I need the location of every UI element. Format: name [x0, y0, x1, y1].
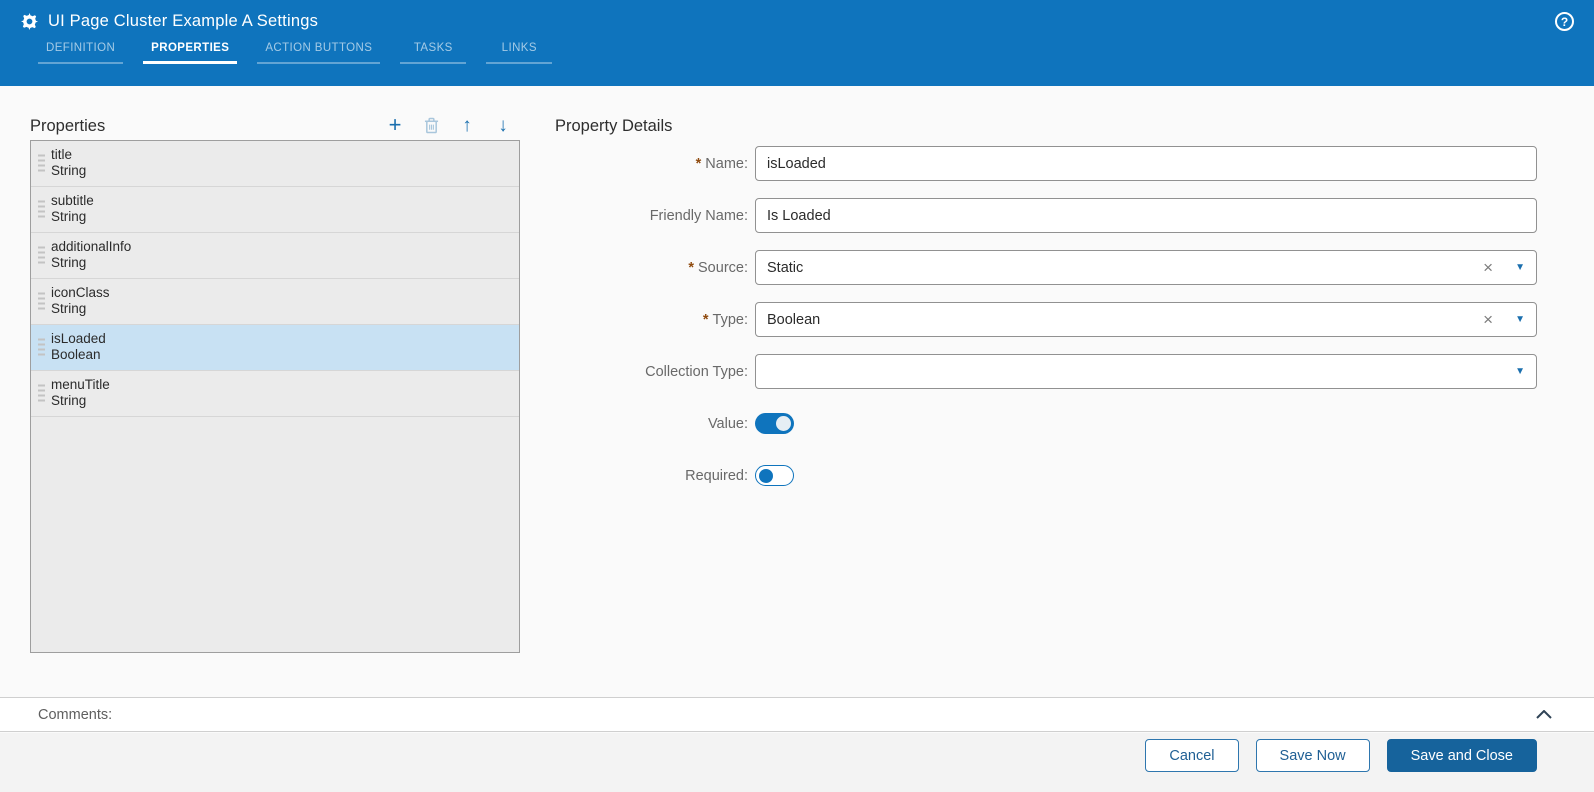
source-select[interactable]: Static × ▼ [755, 250, 1537, 285]
required-label: Required: [685, 467, 748, 484]
tab-tasks[interactable]: TASKS [400, 40, 467, 64]
trash-icon [424, 117, 438, 133]
row-friendly-name: Friendly Name: [555, 198, 1537, 233]
drag-handle-icon[interactable] [38, 338, 45, 357]
property-name: subtitle [51, 193, 94, 208]
property-name: iconClass [51, 285, 110, 300]
property-type: String [51, 255, 87, 270]
save-now-button[interactable]: Save Now [1255, 739, 1370, 772]
required-asterisk: * [688, 259, 695, 276]
type-select[interactable]: Boolean × ▼ [755, 302, 1537, 337]
tab-properties[interactable]: PROPERTIES [143, 40, 238, 64]
add-property-button[interactable]: + [384, 114, 406, 136]
type-label: * Type: [702, 311, 748, 328]
collection-type-label: Collection Type: [645, 363, 748, 380]
toggle-knob [759, 468, 773, 483]
page-title: UI Page Cluster Example A Settings [48, 12, 319, 30]
property-name: additionalInfo [51, 239, 132, 254]
drag-handle-icon[interactable] [38, 154, 45, 173]
list-item-menutitle[interactable]: menuTitle String [31, 371, 519, 417]
drag-handle-icon[interactable] [38, 200, 45, 219]
row-value: Value: [555, 406, 1537, 441]
property-type: String [51, 209, 87, 224]
value-label: Value: [707, 415, 748, 432]
list-item-additionalinfo[interactable]: additionalInfo String [31, 233, 519, 279]
list-item-isloaded[interactable]: isLoaded Boolean [31, 325, 519, 371]
row-source: * Source: Static × ▼ [555, 250, 1537, 285]
type-value: Boolean [767, 311, 821, 328]
required-asterisk: * [702, 311, 709, 328]
tab-strip: DEFINITION PROPERTIES ACTION BUTTONS TAS… [38, 40, 1594, 64]
chevron-down-icon[interactable]: ▼ [1515, 262, 1525, 273]
required-toggle[interactable] [755, 465, 794, 486]
row-collection-type: Collection Type: ▼ [555, 354, 1537, 389]
source-label: * Source: [688, 259, 748, 276]
delete-property-button[interactable] [420, 114, 442, 136]
drag-handle-icon[interactable] [38, 384, 45, 403]
tab-definition[interactable]: DEFINITION [38, 40, 124, 64]
comments-bar: Comments: [0, 697, 1594, 732]
save-and-close-button[interactable]: Save and Close [1386, 739, 1537, 772]
name-field[interactable] [755, 146, 1537, 181]
move-up-button[interactable]: ↑ [456, 114, 478, 136]
property-list: title String subtitle String additionalI… [30, 140, 520, 653]
property-name: isLoaded [51, 331, 106, 346]
row-required: Required: [555, 458, 1537, 493]
friendly-name-label: Friendly Name: [649, 207, 748, 224]
row-type: * Type: Boolean × ▼ [555, 302, 1537, 337]
collection-type-select[interactable]: ▼ [755, 354, 1537, 389]
source-value: Static [767, 259, 804, 276]
properties-toolbar: + ↑ ↓ [384, 114, 520, 136]
property-type: String [51, 163, 87, 178]
app-header: UI Page Cluster Example A Settings ? DEF… [0, 0, 1594, 86]
list-item-subtitle[interactable]: subtitle String [31, 187, 519, 233]
property-details-panel: Property Details *Name: Friendly Name: *… [555, 106, 1537, 510]
cancel-button[interactable]: Cancel [1145, 739, 1239, 772]
footer-bar: Cancel Save Now Save and Close [0, 733, 1594, 792]
toggle-knob [776, 416, 791, 431]
chevron-down-icon[interactable]: ▼ [1515, 314, 1525, 325]
tab-action-buttons[interactable]: ACTION BUTTONS [257, 40, 381, 64]
property-type: String [51, 393, 87, 408]
gear-icon [21, 13, 39, 31]
value-toggle[interactable] [755, 413, 794, 434]
move-down-button[interactable]: ↓ [492, 114, 514, 136]
name-label: * Name: [695, 155, 748, 172]
list-item-iconclass[interactable]: iconClass String [31, 279, 519, 325]
property-details-title: Property Details [555, 117, 673, 135]
properties-panel-title: Properties [30, 117, 106, 135]
property-name: menuTitle [51, 377, 110, 392]
property-name: title [51, 147, 73, 162]
friendly-name-field[interactable] [755, 198, 1537, 233]
drag-handle-icon[interactable] [38, 246, 45, 265]
help-icon[interactable]: ? [1555, 12, 1574, 31]
drag-handle-icon[interactable] [38, 292, 45, 311]
clear-icon[interactable]: × [1483, 311, 1493, 328]
clear-icon[interactable]: × [1483, 259, 1493, 276]
properties-panel: Properties + ↑ ↓ title String subtitle S… [30, 106, 520, 653]
comments-label: Comments: [38, 706, 113, 723]
chevron-down-icon[interactable]: ▼ [1515, 366, 1525, 377]
property-type: String [51, 301, 87, 316]
collapse-comments-button[interactable] [1536, 710, 1552, 719]
tab-links[interactable]: LINKS [486, 40, 553, 64]
required-asterisk: * [695, 155, 702, 172]
chevron-up-icon [1536, 710, 1552, 719]
property-type: Boolean [51, 347, 101, 362]
list-item-title[interactable]: title String [31, 141, 519, 187]
row-name: * Name: [555, 146, 1537, 181]
